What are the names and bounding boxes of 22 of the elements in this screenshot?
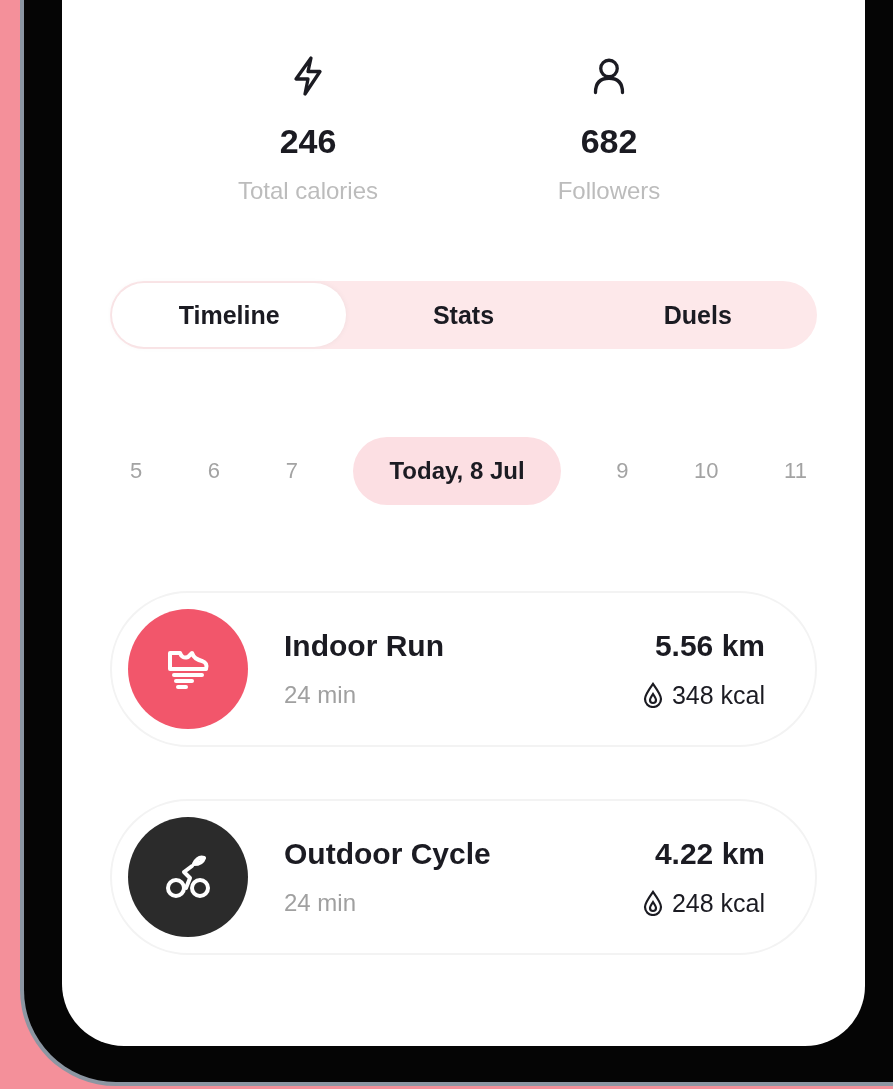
stat-value: 246: [279, 122, 337, 161]
stat-label: Followers: [557, 177, 661, 205]
cyclist-icon: [164, 854, 212, 900]
activity-calories: 248 kcal: [671, 888, 765, 918]
activity-title: Indoor Run: [284, 629, 445, 663]
date-chip[interactable]: Today, 8 Jul: [353, 437, 561, 505]
tab[interactable]: Stats: [346, 283, 581, 347]
stat-label: Total calories: [237, 177, 379, 205]
activity-duration: 24 min: [284, 681, 358, 709]
activity-calories: 348 kcal: [671, 680, 765, 710]
activity-title: Outdoor Cycle: [284, 837, 492, 871]
drop-icon: [641, 682, 664, 708]
activity-distance: 4.22 km: [654, 836, 765, 871]
activity-card[interactable]: Indoor Run 24 min 5.56 km 348 kcal: [110, 591, 817, 747]
person-icon: [591, 56, 627, 96]
stat-value: 682: [580, 122, 638, 161]
activity-distance: 5.56 km: [654, 628, 765, 663]
tab[interactable]: Duels: [580, 283, 815, 347]
drop-icon: [641, 890, 664, 916]
activity-card[interactable]: Outdoor Cycle 24 min 4.22 km 248 kcal: [110, 799, 817, 955]
activity-duration: 24 min: [284, 889, 358, 917]
tab[interactable]: Timeline: [112, 283, 347, 347]
